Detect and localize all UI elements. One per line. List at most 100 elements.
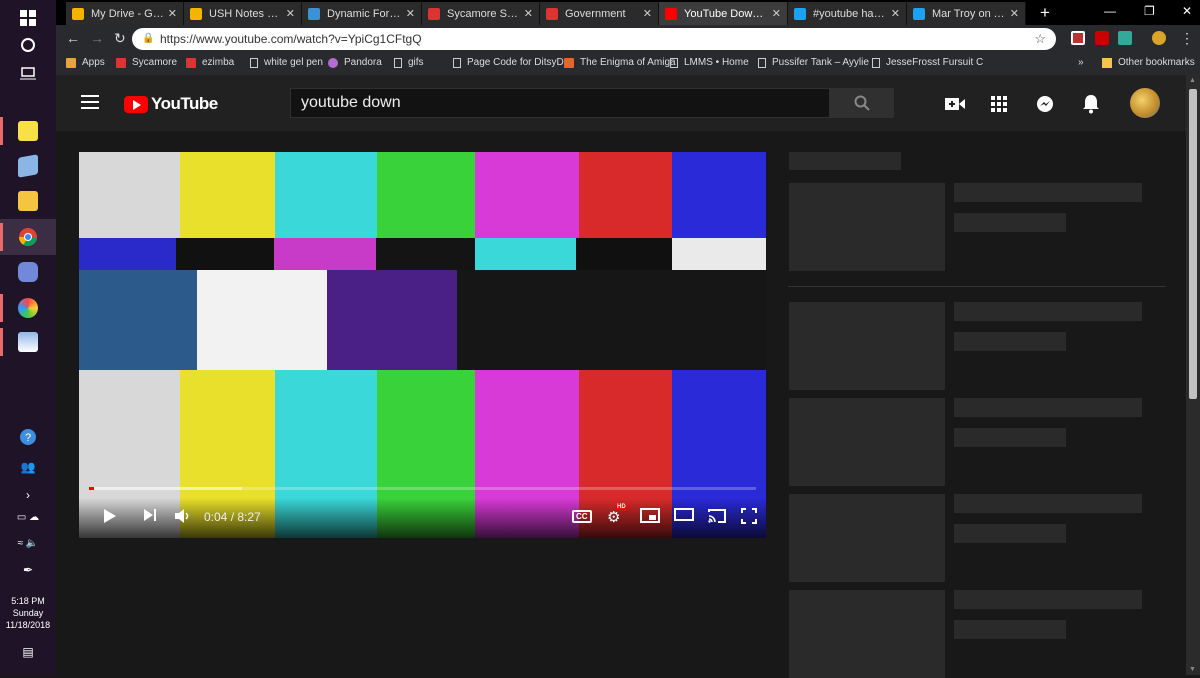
tab-close-icon[interactable]: ✕ <box>1010 7 1019 20</box>
bookmark-item[interactable]: Page Code for DitsyD <box>453 57 564 68</box>
tab[interactable]: USH Notes Project ✕ <box>184 2 302 25</box>
tab[interactable]: Government ✕ <box>540 2 659 25</box>
apps-button[interactable] <box>988 93 1010 115</box>
profile-avatar-icon[interactable] <box>1152 31 1166 45</box>
bookmark-item[interactable]: JesseFrosst Fursuit C <box>872 57 983 68</box>
bookmark-label: Pandora <box>344 57 382 68</box>
tab-close-icon[interactable]: ✕ <box>168 7 177 20</box>
tab[interactable]: Dynamic Forms - a ✕ <box>302 2 422 25</box>
address-bar[interactable]: 🔒 https://www.youtube.com/watch?v=YpiCg1… <box>132 28 1056 50</box>
page-scrollbar[interactable]: ▲ ▼ <box>1186 75 1200 675</box>
network-volume-tray[interactable]: ≈ 🔈 <box>0 538 56 549</box>
tab-close-icon[interactable]: ✕ <box>524 7 533 20</box>
tab-close-icon[interactable]: ✕ <box>286 7 295 20</box>
restore-button[interactable]: ❐ <box>1144 4 1155 18</box>
battery-onedrive-tray[interactable]: ▭ ☁ <box>0 512 56 523</box>
pandora-icon <box>328 57 338 68</box>
next-button[interactable] <box>143 508 157 522</box>
player-controls: 0:04 / 8:27 CC ⚙ HD <box>79 487 766 538</box>
tab-close-icon[interactable]: ✕ <box>643 7 652 20</box>
time-display: 0:04 / 8:27 <box>204 510 261 524</box>
action-center-button[interactable]: ▤ <box>0 645 56 659</box>
tab-close-icon[interactable]: ✕ <box>891 7 900 20</box>
account-avatar[interactable] <box>1130 88 1160 118</box>
help-icon: ? <box>20 429 36 445</box>
video-player[interactable]: 0:04 / 8:27 CC ⚙ HD <box>79 152 766 538</box>
page-icon <box>872 57 880 68</box>
back-button[interactable]: ← <box>66 30 80 46</box>
youtube-logo[interactable]: YouTube <box>124 94 218 114</box>
bookmark-item[interactable]: LMMS • Home <box>670 57 749 68</box>
messages-button[interactable] <box>1034 93 1056 115</box>
new-tab-button[interactable]: + <box>1040 3 1050 23</box>
mute-button[interactable] <box>174 508 190 524</box>
tab[interactable]: #youtube hashtag ✕ <box>788 2 907 25</box>
color-bar <box>377 152 475 238</box>
other-bookmarks-folder[interactable]: Other bookmarks <box>1102 57 1195 68</box>
extension-s-icon[interactable] <box>1118 31 1132 45</box>
windows-logo-icon <box>20 10 36 26</box>
pen-tray-button[interactable]: ✒ <box>0 563 56 577</box>
people-tray-button[interactable]: 👥 <box>0 460 56 474</box>
search-input[interactable]: youtube down <box>290 88 830 118</box>
bookmarks-bar: Apps Sycamore ezimba white gel pen Pandora gi… <box>56 53 1200 75</box>
taskbar-file-explorer[interactable] <box>0 183 56 219</box>
task-view-button[interactable] <box>0 55 56 91</box>
tab[interactable]: Mar Troy on Twitte ✕ <box>907 2 1026 25</box>
bookmark-item[interactable]: The Enigma of Amiga <box>564 57 676 68</box>
bookmarks-overflow-button[interactable]: » <box>1078 57 1084 68</box>
play-button[interactable] <box>103 508 117 524</box>
extension-adblock-icon[interactable] <box>1095 31 1109 45</box>
taskbar-chrome[interactable] <box>0 219 56 255</box>
bookmark-item[interactable]: Sycamore <box>116 57 177 68</box>
tab-title: USH Notes Project <box>209 7 282 20</box>
tray-overflow-chevron[interactable]: › <box>0 488 56 502</box>
taskbar-notepad[interactable] <box>0 148 56 184</box>
tab[interactable]: My Drive - Google ✕ <box>66 2 184 25</box>
bookmark-star-icon[interactable]: ☆ <box>1034 31 1046 47</box>
fullscreen-button[interactable] <box>741 508 757 524</box>
extension-pocket-icon[interactable] <box>1071 31 1085 45</box>
miniplayer-button[interactable] <box>640 508 660 523</box>
taskbar-paint[interactable] <box>0 290 56 326</box>
scroll-down-icon[interactable]: ▼ <box>1189 666 1196 673</box>
bookmark-item[interactable]: gifs <box>394 57 424 68</box>
scrollbar-thumb[interactable] <box>1189 89 1197 399</box>
reload-button[interactable]: ↻ <box>114 30 126 47</box>
bookmark-item[interactable]: ezimba <box>186 57 234 68</box>
bookmark-item[interactable]: Pussifer Tank – Ayylie <box>758 57 869 68</box>
taskbar-sticky-notes[interactable] <box>0 113 56 149</box>
cast-button[interactable] <box>707 508 727 524</box>
subtitles-button[interactable]: CC <box>572 510 592 523</box>
tab-close-icon[interactable]: ✕ <box>406 7 415 20</box>
create-video-button[interactable] <box>944 93 966 115</box>
tab-close-icon[interactable]: ✕ <box>772 7 781 20</box>
battery-icon: ▭ <box>16 512 27 523</box>
taskbar-discord[interactable] <box>0 254 56 290</box>
guide-menu-button[interactable] <box>81 95 99 109</box>
tab[interactable]: Sycamore School ✕ <box>422 2 540 25</box>
bookmark-item[interactable]: Apps <box>66 57 105 68</box>
progress-bar[interactable] <box>89 487 756 490</box>
close-icon: ✕ <box>1182 4 1193 18</box>
bookmark-item[interactable]: white gel pen <box>250 57 323 68</box>
close-window-button[interactable]: ✕ <box>1182 4 1192 18</box>
chrome-menu-button[interactable]: ⋮ <box>1180 30 1194 47</box>
theater-mode-button[interactable] <box>674 508 694 521</box>
skeleton-title-line <box>954 494 1142 513</box>
scroll-up-icon[interactable]: ▲ <box>1189 77 1196 84</box>
minimize-button[interactable]: — <box>1104 4 1116 18</box>
bookmark-item[interactable]: Pandora <box>328 57 382 68</box>
taskbar-clock[interactable]: 5:18 PM Sunday 11/18/2018 <box>0 595 56 631</box>
settings-button[interactable]: ⚙ HD <box>607 504 627 526</box>
taskbar-app[interactable] <box>0 324 56 360</box>
tab[interactable]: YouTube Down... T ✕ <box>659 2 788 25</box>
search-button[interactable] <box>830 88 894 118</box>
help-tray-button[interactable]: ? <box>0 428 56 449</box>
browser-toolbar: ← → ↻ 🔒 https://www.youtube.com/watch?v=… <box>56 25 1200 53</box>
color-bar <box>79 238 176 270</box>
notifications-button[interactable] <box>1080 93 1102 115</box>
forward-button[interactable]: → <box>90 30 104 46</box>
color-bar <box>672 152 766 238</box>
gear-icon: ⚙ <box>607 509 621 526</box>
